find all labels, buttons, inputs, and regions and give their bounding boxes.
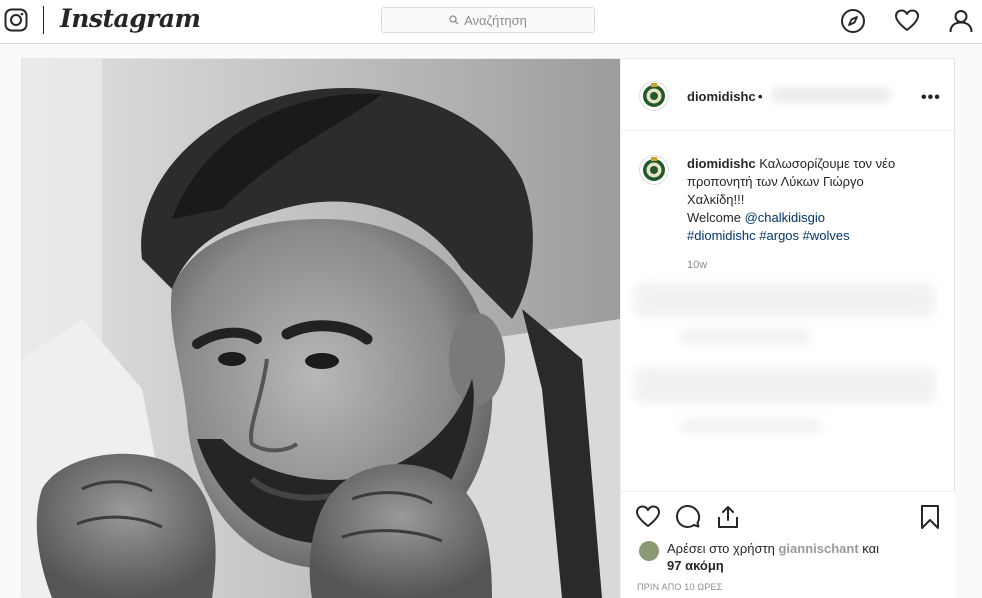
instagram-wordmark[interactable]: Instagram (60, 4, 201, 33)
club-crest-avatar[interactable] (639, 81, 669, 111)
compass-icon[interactable] (840, 8, 866, 34)
mention-link[interactable]: @chalkidisgio (745, 210, 825, 225)
post-header: diomidishc • ••• (621, 59, 956, 131)
post-sidebar: diomidishc • ••• diomidishc Καλωσορίζουμ… (620, 59, 956, 598)
likes-and: και (862, 541, 880, 556)
blurred-follow-button (771, 87, 891, 103)
caption-line-2: προπονητή των Λύκων Γιώργο (687, 174, 864, 189)
likes-more-link[interactable]: 97 ακόμη (667, 558, 724, 573)
post-card: diomidishc • ••• diomidishc Καλωσορίζουμ… (21, 58, 956, 598)
caption-welcome: Welcome (687, 210, 741, 225)
caption-age: 10w (687, 259, 708, 271)
follow-separator-dot: • (758, 89, 763, 104)
bookmark-icon[interactable] (917, 504, 943, 530)
post-caption: diomidishc Καλωσορίζουμε τον νέο προπονη… (687, 155, 937, 245)
post-timestamp[interactable]: ΠΡΙΝ ΑΠΟ 10 ΩΡΕΣ (637, 582, 723, 592)
more-options-button[interactable]: ••• (921, 89, 941, 107)
post-photo[interactable] (22, 59, 620, 598)
hashtag-link[interactable]: #argos (759, 228, 799, 243)
liker-username[interactable]: giannischant (778, 541, 858, 556)
liker-avatar[interactable] (639, 541, 659, 561)
blurred-comment (635, 367, 935, 403)
caption-username[interactable]: diomidishc (687, 156, 756, 171)
top-navigation-bar: Instagram Αναζήτηση (0, 0, 982, 44)
search-placeholder: Αναζήτηση (464, 12, 527, 28)
post-username[interactable]: diomidishc (687, 89, 756, 104)
profile-icon[interactable] (948, 8, 974, 34)
blurred-comment-meta (681, 419, 821, 433)
blurred-reply-link (681, 329, 811, 345)
caption-line-1: Καλωσορίζουμε τον νέο (759, 156, 896, 171)
like-heart-icon[interactable] (635, 504, 661, 530)
search-input[interactable]: Αναζήτηση (381, 7, 595, 33)
search-icon (449, 15, 459, 25)
caption-line-3: Χαλκίδη!!! (687, 192, 745, 207)
blurred-comment (635, 283, 935, 317)
coach-portrait-image (22, 59, 620, 598)
share-icon[interactable] (715, 504, 741, 530)
likes-summary: Αρέσει στο χρήστη giannischant και 97 ακ… (667, 540, 927, 574)
heart-icon[interactable] (894, 8, 920, 34)
comment-icon[interactable] (675, 504, 701, 530)
caption-club-crest-avatar[interactable] (639, 155, 669, 185)
hashtag-link[interactable]: #wolves (803, 228, 850, 243)
hashtag-link[interactable]: #diomidishc (687, 228, 756, 243)
nav-divider (43, 6, 44, 34)
instagram-glyph-icon[interactable] (4, 8, 28, 32)
likes-text: Αρέσει στο χρήστη (667, 541, 775, 556)
post-actions-section: Αρέσει στο χρήστη giannischant και 97 ακ… (621, 491, 956, 598)
